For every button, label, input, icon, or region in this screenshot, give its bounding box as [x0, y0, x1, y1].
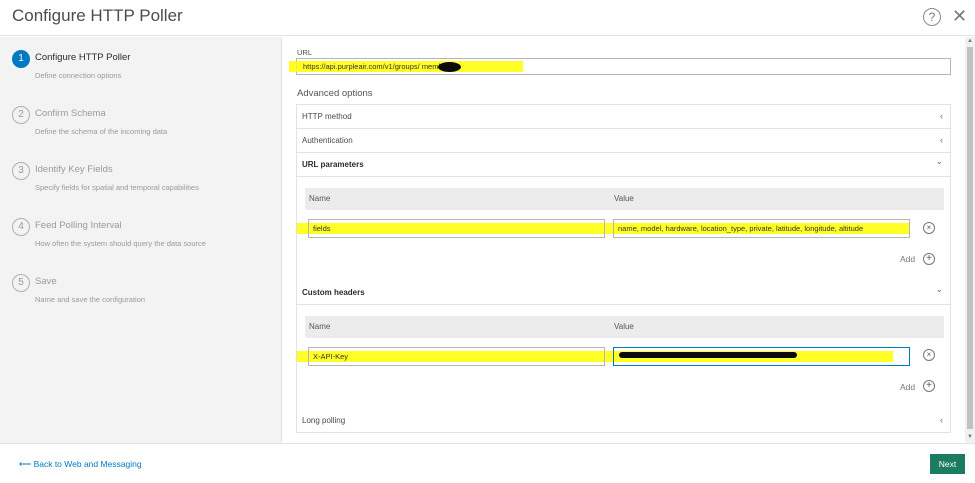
step-description: Specify fields for spatial and temporal …: [35, 183, 199, 192]
title-bar: Configure HTTP Poller ? ✕: [0, 0, 975, 36]
long-polling-row[interactable]: Long polling ‹: [297, 409, 950, 433]
row-label: Long polling: [302, 416, 346, 425]
step-confirm-schema[interactable]: 2 Confirm Schema Define the schema of th…: [12, 106, 272, 146]
step-title: Identify Key Fields: [35, 164, 113, 175]
add-icon[interactable]: +: [923, 253, 935, 265]
scrollbar[interactable]: ▲ ▼: [965, 37, 975, 443]
back-link-label: Back to Web and Messaging: [33, 459, 142, 469]
http-method-row[interactable]: HTTP method ‹: [297, 105, 950, 129]
back-arrow-icon: ⟵: [19, 459, 32, 469]
header-name-input[interactable]: X-API-Key: [308, 347, 605, 366]
advanced-options-panel: HTTP method ‹ Authentication ‹ URL param…: [296, 104, 951, 433]
value-column-header: Value: [614, 194, 634, 203]
authentication-row[interactable]: Authentication ‹: [297, 129, 950, 153]
step-number: 5: [12, 274, 30, 292]
step-description: Name and save the configuration: [35, 295, 146, 304]
step-number: 3: [12, 162, 30, 180]
footer: ⟵ Back to Web and Messaging Next: [0, 443, 975, 483]
advanced-options-label: Advanced options: [297, 88, 373, 99]
step-title: Feed Polling Interval: [35, 220, 122, 231]
chevron-left-icon: ‹: [940, 135, 943, 145]
step-save[interactable]: 5 Save Name and save the configuration: [12, 274, 272, 314]
step-title: Confirm Schema: [35, 108, 106, 119]
scroll-up-icon[interactable]: ▲: [967, 38, 973, 44]
scroll-down-icon[interactable]: ▼: [967, 434, 973, 440]
step-number: 2: [12, 106, 30, 124]
redaction-mark: [438, 62, 461, 72]
row-label: URL parameters: [302, 160, 364, 169]
chevron-down-icon: ⌄: [935, 156, 943, 166]
chevron-down-icon: ⌄: [935, 284, 943, 294]
name-column-header: Name: [309, 322, 331, 331]
step-number: 4: [12, 218, 30, 236]
url-input[interactable]: https://api.purpleair.com/v1/groups/ mem…: [289, 58, 951, 75]
redaction-mark: [619, 352, 797, 358]
remove-icon[interactable]: ×: [923, 349, 935, 361]
step-key-fields[interactable]: 3 Identify Key Fields Specify fields for…: [12, 162, 272, 202]
step-description: How often the system should query the da…: [35, 239, 206, 248]
param-value-input[interactable]: name, model, hardware, location_type, pr…: [613, 219, 910, 238]
back-link[interactable]: ⟵ Back to Web and Messaging: [19, 459, 142, 470]
name-column-header: Name: [309, 194, 331, 203]
add-param-button[interactable]: Add: [900, 254, 915, 264]
url-params-table-header: Name Value: [305, 188, 944, 210]
step-description: Define the schema of the incoming data: [35, 127, 168, 136]
help-icon[interactable]: ?: [923, 8, 941, 26]
url-label: URL: [297, 48, 313, 57]
chevron-left-icon: ‹: [940, 111, 943, 121]
close-icon[interactable]: ✕: [952, 7, 967, 25]
step-title: Configure HTTP Poller: [35, 52, 131, 63]
scroll-thumb[interactable]: [967, 47, 973, 429]
remove-icon[interactable]: ×: [923, 222, 935, 234]
next-button[interactable]: Next: [930, 454, 965, 474]
step-description: Define connection options: [35, 71, 122, 80]
add-header-button[interactable]: Add: [900, 382, 915, 392]
add-icon[interactable]: +: [923, 380, 935, 392]
dialog-title: Configure HTTP Poller: [12, 6, 183, 25]
value-column-header: Value: [614, 322, 634, 331]
row-label: Authentication: [302, 136, 353, 145]
row-label: HTTP method: [302, 112, 352, 121]
headers-table-header: Name Value: [305, 316, 944, 338]
url-value: https://api.purpleair.com/v1/groups/ mem…: [303, 62, 454, 71]
chevron-left-icon: ‹: [940, 415, 943, 425]
steps-sidebar: 1 Configure HTTP Poller Define connectio…: [0, 37, 282, 443]
step-number: 1: [12, 50, 30, 68]
step-configure[interactable]: 1 Configure HTTP Poller Define connectio…: [12, 50, 272, 90]
step-polling-interval[interactable]: 4 Feed Polling Interval How often the sy…: [12, 218, 272, 258]
row-label: Custom headers: [302, 288, 365, 297]
param-name-input[interactable]: fields: [308, 219, 605, 238]
url-parameters-row[interactable]: URL parameters ⌄: [297, 153, 950, 177]
step-title: Save: [35, 276, 57, 287]
custom-headers-row[interactable]: Custom headers ⌄: [297, 281, 950, 305]
